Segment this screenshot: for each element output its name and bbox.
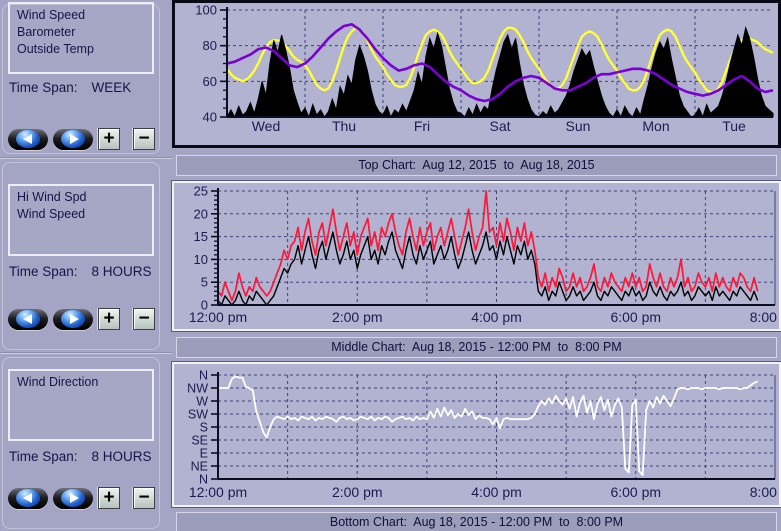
bottom-chart-buttons: + − [8,487,155,509]
bottom-chart-caption: Bottom Chart: Aug 18, 2015 - 12:00 PM to… [176,512,777,531]
top-chart-canvas: 100 80 60 40 Wed Thu Fri Sat Sun Mon Tue [175,3,778,145]
right-arrow-icon [61,489,85,507]
bottom-chart: NNWWSWSSEENEN12:00 pm2:00 pm4:00 pm6:00 … [172,362,781,507]
list-item-barometer[interactable]: Barometer [10,24,152,41]
x-tick-label: Wed [252,118,281,134]
zoom-out-button[interactable]: − [133,128,155,150]
middle-chart: 252015105012:00 pm2:00 pm4:00 pm6:00 pm8… [172,181,781,331]
time-span-label: Time Span: [9,449,78,464]
y-tick-label: 5 [201,275,208,290]
y-tick-label: W [196,395,208,409]
scroll-left-button[interactable] [8,129,48,150]
scroll-left-button[interactable] [8,488,48,509]
x-tick-label: 4:00 pm [471,484,522,500]
panel-bottom-chart-controls: Wind Direction Time Span: 8 HOURS + − [0,352,172,531]
list-item-wind-direction[interactable]: Wind Direction [10,374,152,391]
zoom-in-button[interactable]: + [98,308,120,330]
middle-chart-canvas: 252015105012:00 pm2:00 pm4:00 pm6:00 pm8… [174,183,779,329]
list-item-hi-wind-spd[interactable]: Hi Wind Spd [10,189,152,206]
time-span-value: WEEK [92,80,132,95]
series-wind-speed [218,232,758,305]
series-hi-wind-spd [218,191,758,300]
x-tick-label: 2:00 pm [332,309,383,325]
time-span-label: Time Span: [9,80,78,95]
x-tick-label: 8:00 pm [750,484,779,500]
x-tick-label: 6:00 pm [610,309,661,325]
right-arrow-icon [61,130,85,148]
x-tick-label: 8:00 pm [750,309,779,325]
x-tick-label: Sat [489,118,510,134]
series-wind-direction [218,376,758,475]
scroll-right-button[interactable] [53,309,93,330]
x-tick-label: Sun [566,118,591,134]
scroll-right-button[interactable] [53,488,93,509]
y-tick-label: N [199,369,208,383]
top-chart-buttons: + − [8,128,155,150]
y-tick-label: 25 [194,184,208,199]
charts-area: 100 80 60 40 Wed Thu Fri Sat Sun Mon Tue Top Chart… [172,0,781,531]
bottom-datasets-listbox[interactable]: Wind Direction [8,369,154,441]
y-tick-label: E [200,447,208,461]
list-item-outside-temp[interactable]: Outside Temp [10,41,152,58]
y-tick-label: SW [188,408,208,422]
zoom-in-button[interactable]: + [98,487,120,509]
y-tick-label: 60 [203,74,217,89]
top-chart-caption: Top Chart: Aug 12, 2015 to Aug 18, 2015 [176,155,777,176]
list-item-wind-speed[interactable]: Wind Speed [10,206,152,223]
x-tick-label: Mon [642,118,669,134]
x-tick-label: Thu [332,118,356,134]
top-chart: 100 80 60 40 Wed Thu Fri Sat Sun Mon Tue [172,0,781,148]
top-datasets-listbox[interactable]: Wind Speed Barometer Outside Temp [8,2,154,74]
x-tick-label: 6:00 pm [610,484,661,500]
left-arrow-icon [16,130,40,148]
time-span-row: Time Span: WEEK [9,80,131,95]
zoom-out-button[interactable]: − [133,487,155,509]
x-tick-label: 12:00 pm [189,484,247,500]
middle-chart-caption: Middle Chart: Aug 18, 2015 - 12:00 PM to… [176,337,777,358]
x-tick-label: 2:00 pm [332,484,383,500]
y-tick-label: NW [187,382,208,396]
x-tick-label: Tue [722,118,746,134]
zoom-out-button[interactable]: − [133,308,155,330]
right-arrow-icon [61,310,85,328]
y-tick-label: SE [191,434,208,448]
scroll-right-button[interactable] [53,129,93,150]
y-tick-label: 10 [194,252,208,267]
middle-chart-buttons: + − [8,308,155,330]
left-arrow-icon [16,489,40,507]
y-tick-label: 40 [203,110,217,125]
x-tick-label: Fri [414,118,430,134]
x-tick-label: 12:00 pm [189,309,247,325]
left-arrow-icon [16,310,40,328]
x-tick-label: 4:00 pm [471,309,522,325]
time-span-row: Time Span: 8 HOURS [9,449,152,464]
list-item-wind-speed[interactable]: Wind Speed [10,7,152,24]
panel-middle-chart-controls: Hi Wind Spd Wind Speed Time Span: 8 HOURS… [0,157,172,353]
weather-graphs-window: Wind Speed Barometer Outside Temp Time S… [0,0,781,531]
y-tick-label: 20 [194,206,208,221]
time-span-value: 8 HOURS [92,264,152,279]
panel-top-chart-controls: Wind Speed Barometer Outside Temp Time S… [0,0,172,157]
bottom-chart-canvas: NNWWSWSSEENEN12:00 pm2:00 pm4:00 pm6:00 … [174,364,779,505]
y-tick-label: NE [191,460,208,474]
y-tick-label: 15 [194,229,208,244]
middle-datasets-listbox[interactable]: Hi Wind Spd Wind Speed [8,184,154,256]
sidebar: Wind Speed Barometer Outside Temp Time S… [0,0,172,531]
y-tick-label: S [200,421,208,435]
time-span-row: Time Span: 8 HOURS [9,264,152,279]
scroll-left-button[interactable] [8,309,48,330]
time-span-value: 8 HOURS [92,449,152,464]
time-span-label: Time Span: [9,264,78,279]
y-tick-label: 80 [203,38,217,53]
zoom-in-button[interactable]: + [98,128,120,150]
y-tick-label: 100 [195,3,217,18]
